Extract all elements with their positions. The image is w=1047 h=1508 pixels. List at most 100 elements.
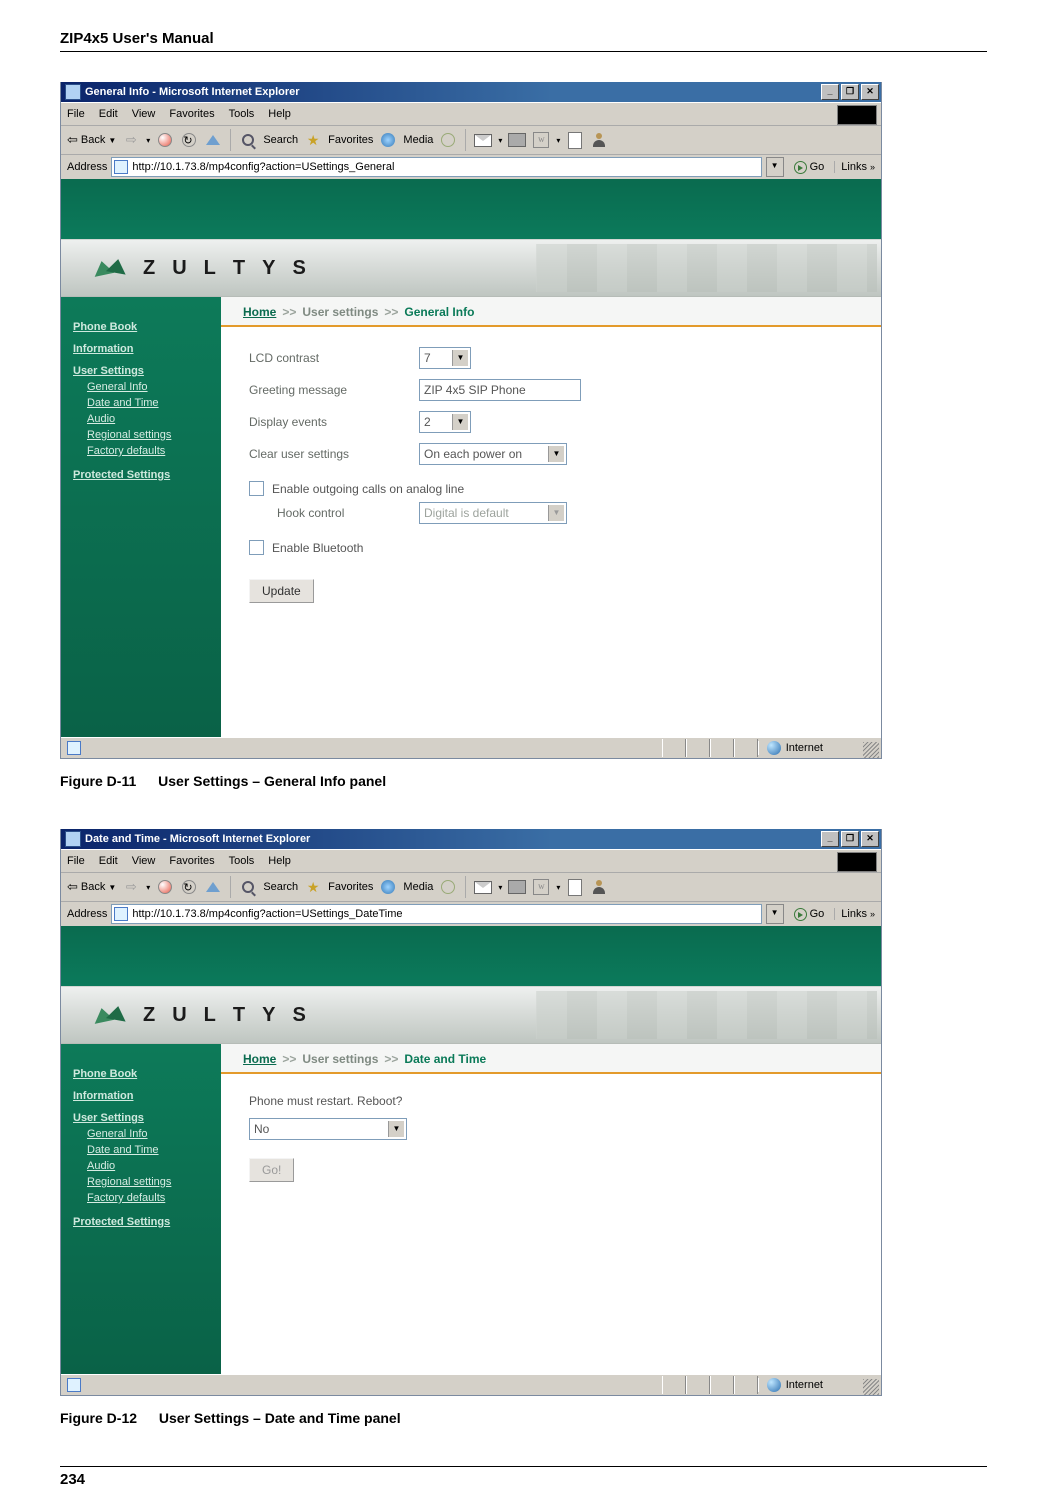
print-button[interactable] <box>508 131 526 149</box>
select-reboot[interactable]: No▼ <box>249 1118 407 1140</box>
forward-dropdown[interactable]: ▾ <box>146 136 150 145</box>
back-button[interactable]: ⇦ Back ▼ <box>67 879 116 895</box>
menu-view[interactable]: View <box>132 108 156 120</box>
crumb-home[interactable]: Home <box>243 305 276 319</box>
edit-with-dropdown[interactable]: ▾ <box>556 136 560 145</box>
edit-with-dropdown[interactable]: ▾ <box>556 883 560 892</box>
favorites-label[interactable]: Favorites <box>328 134 373 146</box>
minimize-button[interactable]: _ <box>821 84 839 100</box>
menu-file[interactable]: File <box>67 108 85 120</box>
sidebar-regional-settings[interactable]: Regional settings <box>87 427 213 443</box>
sidebar-user-settings[interactable]: User Settings <box>73 365 213 377</box>
checkbox-bluetooth[interactable] <box>249 540 264 555</box>
sidebar-factory-defaults[interactable]: Factory defaults <box>87 443 213 459</box>
favorites-button[interactable]: ★ <box>304 878 322 896</box>
doc-button[interactable] <box>566 878 584 896</box>
menu-help[interactable]: Help <box>268 855 291 867</box>
mail-dropdown[interactable]: ▾ <box>498 136 502 145</box>
menu-edit[interactable]: Edit <box>99 855 118 867</box>
close-button[interactable]: ✕ <box>861 84 879 100</box>
menu-favorites[interactable]: Favorites <box>169 108 214 120</box>
crumb-home[interactable]: Home <box>243 1052 276 1066</box>
minimize-button[interactable]: _ <box>821 831 839 847</box>
search-label[interactable]: Search <box>263 881 298 893</box>
sidebar-general-info[interactable]: General Info <box>87 379 213 395</box>
favorites-label[interactable]: Favorites <box>328 881 373 893</box>
hero-image <box>536 244 877 292</box>
sidebar-protected-settings[interactable]: Protected Settings <box>73 469 213 481</box>
select-clear-user-settings[interactable]: On each power on▼ <box>419 443 567 465</box>
messenger-button[interactable] <box>590 878 608 896</box>
messenger-button[interactable] <box>590 131 608 149</box>
menu-view[interactable]: View <box>132 855 156 867</box>
sidebar-phone-book[interactable]: Phone Book <box>73 1068 213 1080</box>
sidebar-audio[interactable]: Audio <box>87 1158 213 1174</box>
mail-button[interactable] <box>474 131 492 149</box>
menu-tools[interactable]: Tools <box>229 855 255 867</box>
search-button[interactable] <box>239 131 257 149</box>
search-button[interactable] <box>239 878 257 896</box>
sidebar-general-info[interactable]: General Info <box>87 1126 213 1142</box>
home-button[interactable] <box>204 131 222 149</box>
select-display-events[interactable]: 2▼ <box>419 411 471 433</box>
history-button[interactable] <box>439 131 457 149</box>
sidebar-date-and-time[interactable]: Date and Time <box>87 1142 213 1158</box>
sidebar-information[interactable]: Information <box>73 343 213 355</box>
label-bluetooth: Enable Bluetooth <box>272 541 363 555</box>
go-action-button[interactable]: Go! <box>249 1158 294 1182</box>
media-button[interactable] <box>379 878 397 896</box>
forward-button[interactable]: ⇨ <box>122 878 140 896</box>
menu-favorites[interactable]: Favorites <box>169 855 214 867</box>
refresh-button[interactable]: ↻ <box>180 131 198 149</box>
media-label[interactable]: Media <box>403 881 433 893</box>
print-button[interactable] <box>508 878 526 896</box>
sidebar-regional-settings[interactable]: Regional settings <box>87 1174 213 1190</box>
go-button[interactable]: Go <box>788 161 831 174</box>
edit-with-button[interactable]: w <box>532 878 550 896</box>
sidebar-information[interactable]: Information <box>73 1090 213 1102</box>
media-button[interactable] <box>379 131 397 149</box>
sidebar-phone-book[interactable]: Phone Book <box>73 321 213 333</box>
sidebar-factory-defaults[interactable]: Factory defaults <box>87 1190 213 1206</box>
update-button[interactable]: Update <box>249 579 314 603</box>
sidebar-date-and-time[interactable]: Date and Time <box>87 395 213 411</box>
close-button[interactable]: ✕ <box>861 831 879 847</box>
doc-button[interactable] <box>566 131 584 149</box>
mail-button[interactable] <box>474 878 492 896</box>
address-dropdown[interactable]: ▼ <box>766 904 784 924</box>
edit-with-button[interactable]: w <box>532 131 550 149</box>
menu-edit[interactable]: Edit <box>99 108 118 120</box>
menu-help[interactable]: Help <box>268 108 291 120</box>
checkbox-analog-line[interactable] <box>249 481 264 496</box>
history-button[interactable] <box>439 878 457 896</box>
back-button[interactable]: ⇦ Back ▼ <box>67 132 116 148</box>
links-button[interactable]: Links» <box>834 161 881 173</box>
address-field[interactable]: http://10.1.73.8/mp4config?action=USetti… <box>111 157 761 177</box>
go-button[interactable]: Go <box>788 908 831 921</box>
menu-file[interactable]: File <box>67 855 85 867</box>
mail-dropdown[interactable]: ▾ <box>498 883 502 892</box>
address-field[interactable]: http://10.1.73.8/mp4config?action=USetti… <box>111 904 761 924</box>
input-greeting[interactable]: ZIP 4x5 SIP Phone <box>419 379 581 401</box>
sidebar-audio[interactable]: Audio <box>87 411 213 427</box>
maximize-button[interactable]: ❐ <box>841 84 859 100</box>
sidebar-protected-settings[interactable]: Protected Settings <box>73 1216 213 1228</box>
select-lcd-contrast[interactable]: 7▼ <box>419 347 471 369</box>
refresh-button[interactable]: ↻ <box>180 878 198 896</box>
search-label[interactable]: Search <box>263 134 298 146</box>
resize-grip[interactable] <box>863 742 879 758</box>
address-dropdown[interactable]: ▼ <box>766 157 784 177</box>
stop-button[interactable] <box>156 131 174 149</box>
links-button[interactable]: Links» <box>834 908 881 920</box>
favorites-button[interactable]: ★ <box>304 131 322 149</box>
maximize-button[interactable]: ❐ <box>841 831 859 847</box>
forward-dropdown[interactable]: ▾ <box>146 883 150 892</box>
brand-letter: L <box>204 1004 217 1027</box>
forward-button[interactable]: ⇨ <box>122 131 140 149</box>
home-button[interactable] <box>204 878 222 896</box>
media-label[interactable]: Media <box>403 134 433 146</box>
menu-tools[interactable]: Tools <box>229 108 255 120</box>
sidebar-user-settings[interactable]: User Settings <box>73 1112 213 1124</box>
stop-button[interactable] <box>156 878 174 896</box>
resize-grip[interactable] <box>863 1379 879 1395</box>
